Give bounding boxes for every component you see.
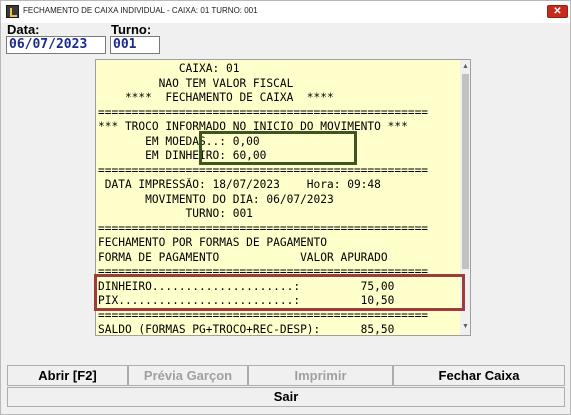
- fechar-caixa-button[interactable]: Fechar Caixa: [393, 365, 565, 386]
- troco-highlight-box: [199, 131, 357, 165]
- app-icon: [6, 5, 19, 18]
- receipt-line-columns: FORMA DE PAGAMENTO VALOR APURADO: [98, 250, 388, 264]
- abrir-button[interactable]: Abrir [F2]: [7, 365, 128, 386]
- scroll-thumb[interactable]: [462, 74, 469, 269]
- receipt-line-impressao: DATA IMPRESSÃO: 18/07/2023 Hora: 09:48: [98, 178, 381, 191]
- receipt-line-header: **** FECHAMENTO DE CAIXA ****: [98, 91, 334, 104]
- imprimir-button[interactable]: Imprimir: [248, 365, 393, 386]
- close-button[interactable]: ✕: [547, 5, 568, 18]
- receipt-separator: ========================================…: [98, 221, 429, 235]
- scroll-up-icon[interactable]: ▲: [462, 63, 469, 70]
- payments-highlight-box: [94, 274, 465, 311]
- receipt-line-saldo: SALDO (FORMAS PG+TROCO+REC-DESP): 85,50: [98, 323, 395, 336]
- turno-field[interactable]: 001: [110, 36, 160, 54]
- window-title: FECHAMENTO DE CAIXA INDIVIDUAL - CAIXA: …: [23, 6, 258, 15]
- receipt-line-fechamento: FECHAMENTO POR FORMAS DE PAGAMENTO: [98, 236, 328, 249]
- turno-label: Turno:: [111, 22, 152, 37]
- receipt-line-turno: TURNO: 001: [98, 207, 253, 220]
- scroll-down-icon[interactable]: ▼: [462, 323, 469, 330]
- closing-window: FECHAMENTO DE CAIXA INDIVIDUAL - CAIXA: …: [0, 0, 571, 415]
- receipt-line-caixa: CAIXA: 01: [98, 62, 240, 75]
- action-buttons: Abrir [F2] Prévia Garçon Imprimir Fechar…: [7, 365, 565, 386]
- sair-button[interactable]: Sair: [7, 387, 565, 407]
- title-bar: FECHAMENTO DE CAIXA INDIVIDUAL - CAIXA: …: [1, 1, 570, 23]
- receipt-line-fiscal: NAO TEM VALOR FISCAL: [98, 76, 294, 90]
- receipt-line-movimento: MOVIMENTO DO DIA: 06/07/2023: [98, 192, 334, 206]
- data-field[interactable]: 06/07/2023: [6, 36, 106, 54]
- receipt-separator: ========================================…: [98, 163, 429, 177]
- previa-garcon-button[interactable]: Prévia Garçon: [128, 365, 248, 386]
- data-label: Data:: [7, 22, 40, 37]
- receipt-separator: ========================================…: [98, 105, 429, 119]
